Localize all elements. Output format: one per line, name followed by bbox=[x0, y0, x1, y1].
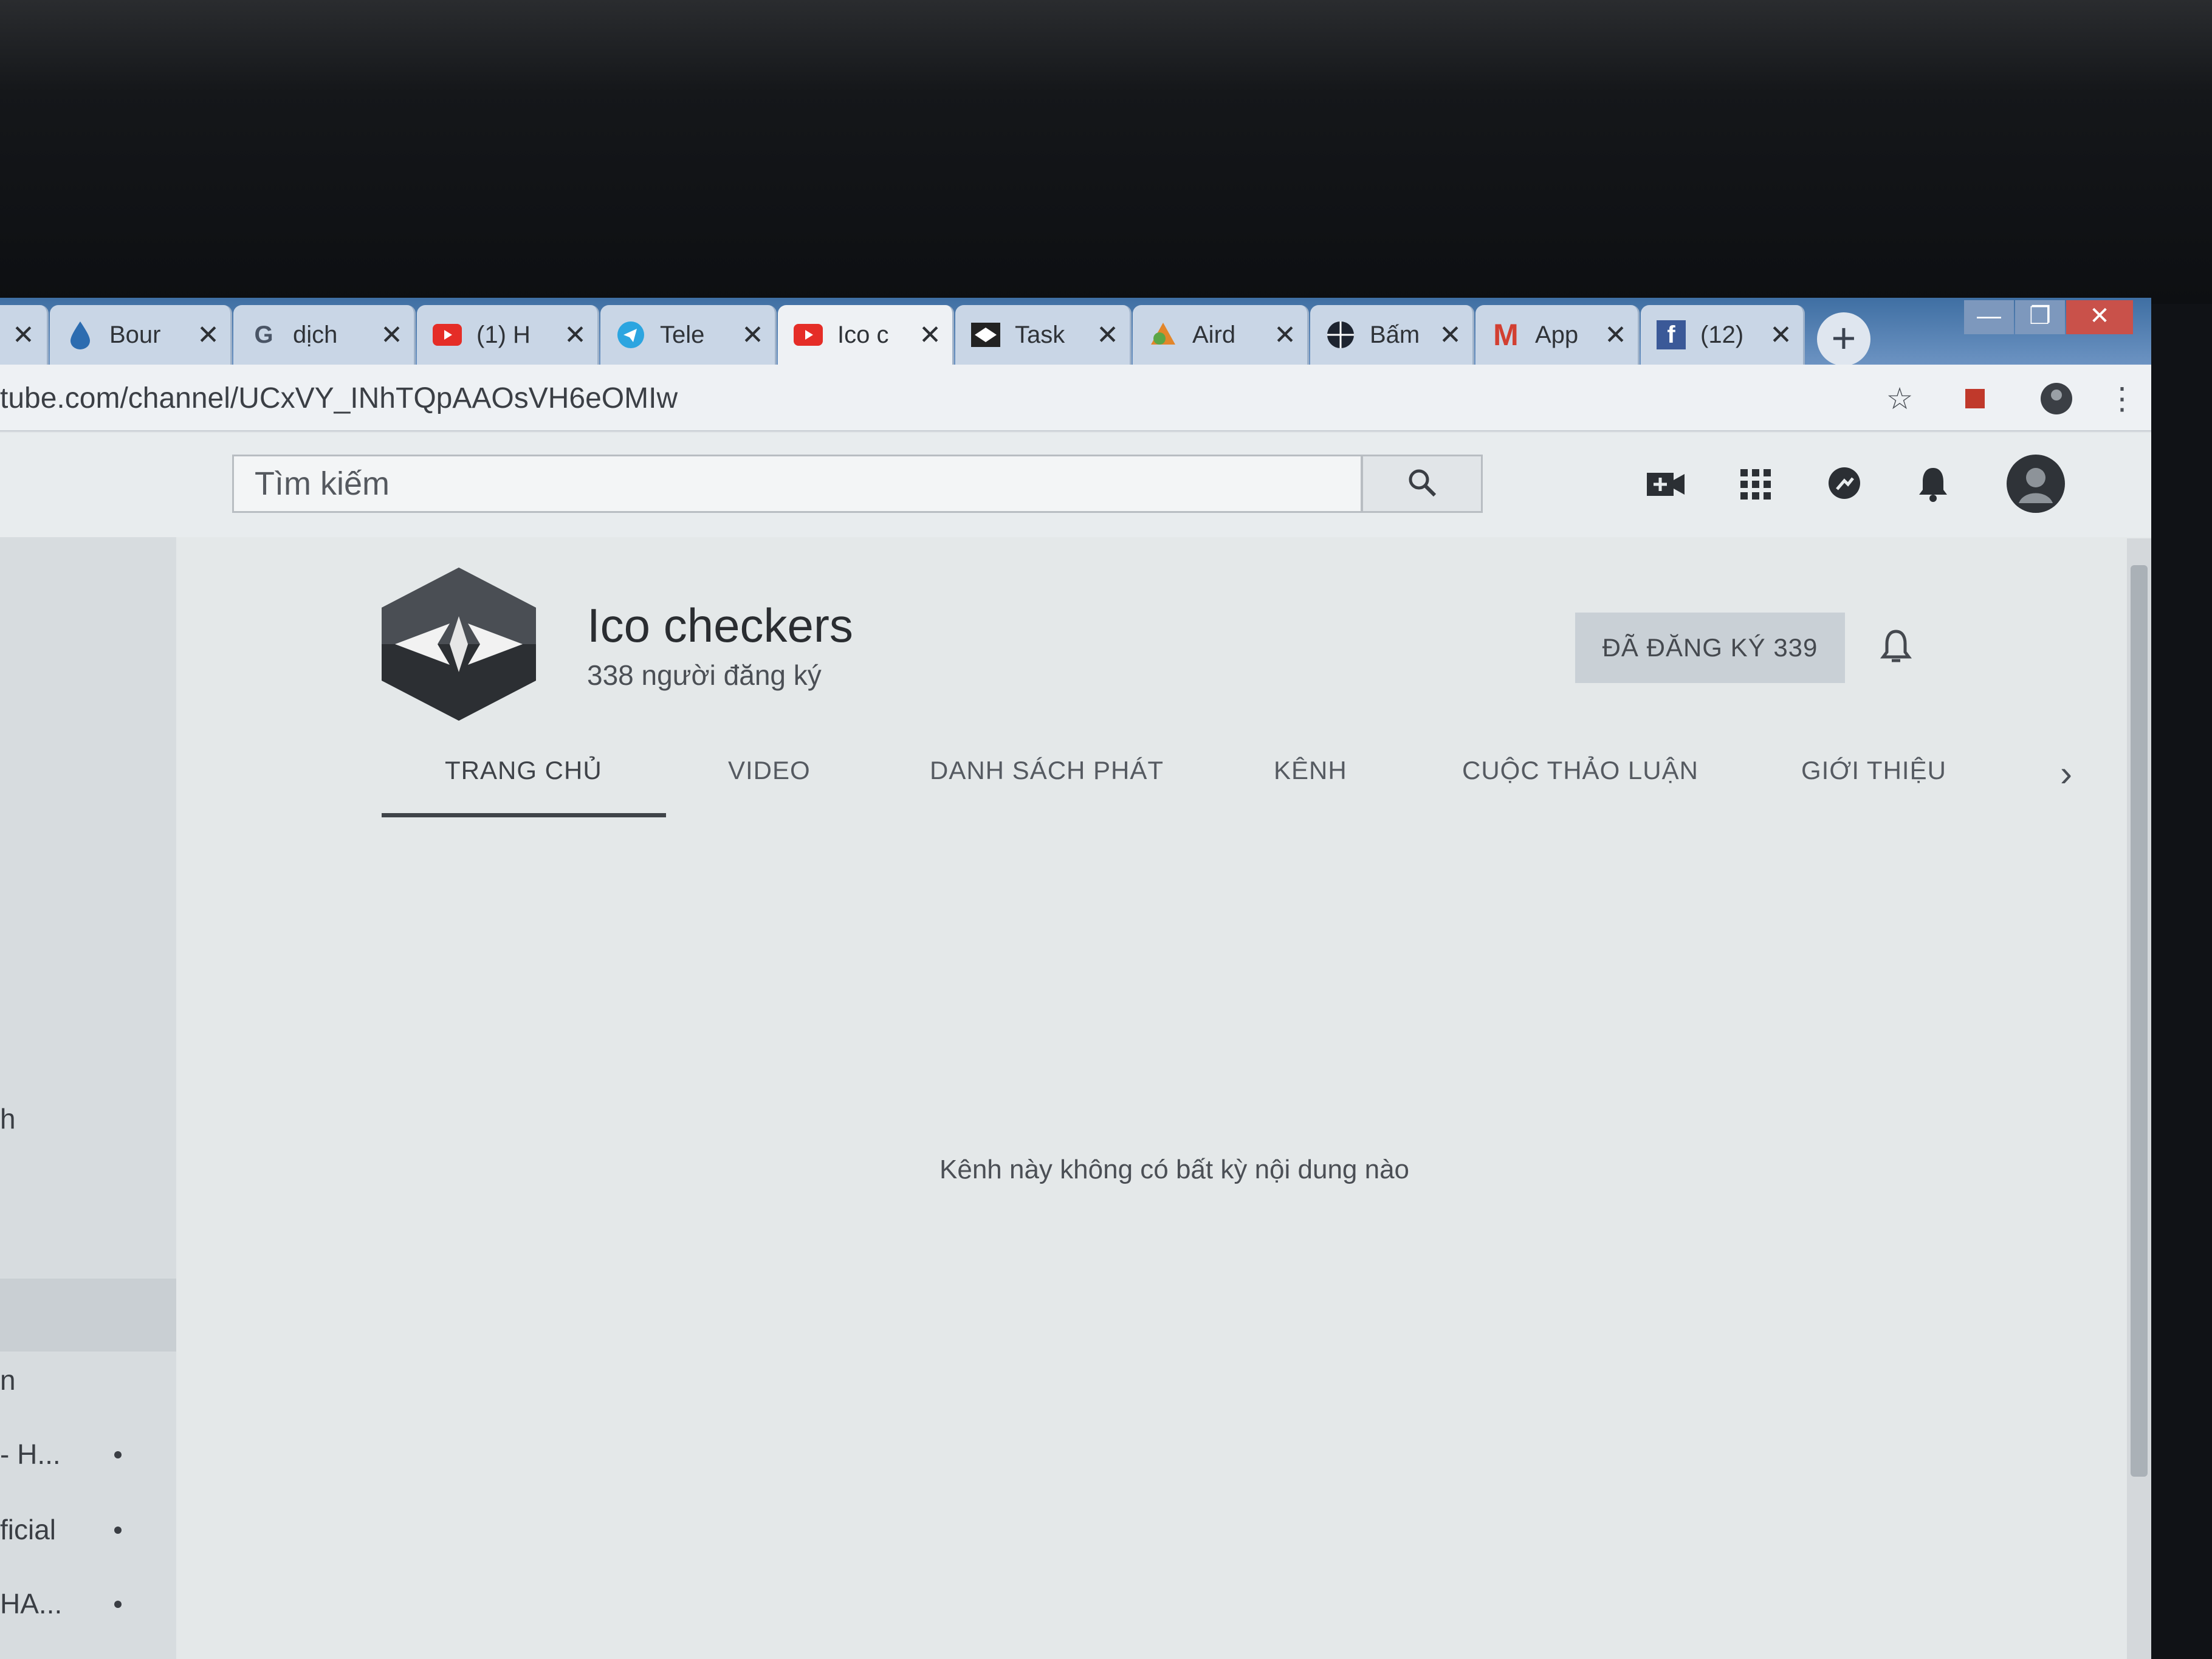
close-icon[interactable]: ✕ bbox=[1770, 320, 1792, 351]
search-icon bbox=[1406, 466, 1438, 502]
live-dot-icon bbox=[114, 1601, 122, 1608]
task-icon bbox=[971, 320, 1000, 349]
tab-gmail[interactable]: M App ✕ bbox=[1475, 305, 1640, 365]
sidebar-item-selected[interactable] bbox=[0, 1279, 176, 1352]
messages-icon[interactable] bbox=[1817, 457, 1872, 512]
url-field[interactable]: tube.com/channel/UCxVY_INhTQpAAOsVH6eOMI… bbox=[0, 382, 678, 415]
sidebar-item[interactable]: ficial bbox=[0, 1513, 56, 1546]
tab-video[interactable]: VIDEO bbox=[728, 756, 811, 785]
new-tab-button[interactable]: + bbox=[1817, 312, 1870, 366]
tab-title: dịch bbox=[293, 321, 338, 348]
close-icon[interactable]: ✕ bbox=[1274, 320, 1296, 351]
tab-bam[interactable]: Bấm ✕ bbox=[1310, 305, 1474, 365]
chevron-right-icon[interactable]: › bbox=[2060, 752, 2072, 794]
close-icon[interactable]: ✕ bbox=[564, 320, 586, 351]
close-icon[interactable]: ✕ bbox=[1604, 320, 1627, 351]
tab-title: Bấm bbox=[1370, 321, 1420, 348]
tab-title: App bbox=[1535, 321, 1579, 348]
tab-partial[interactable]: ✕ bbox=[0, 305, 49, 365]
channel-tabs: TRANG CHỦ VIDEO DANH SÁCH PHÁT KÊNH CUỘC… bbox=[176, 738, 2151, 817]
gmail-icon: M bbox=[1493, 318, 1519, 352]
drop-icon bbox=[66, 320, 95, 349]
tab-bour[interactable]: Bour ✕ bbox=[50, 305, 232, 365]
tab-youtube-home[interactable]: (1) H ✕ bbox=[417, 305, 599, 365]
close-icon[interactable]: ✕ bbox=[741, 320, 764, 351]
empty-channel-message: Kênh này không có bất kỳ nội dung nào bbox=[939, 1155, 1410, 1184]
tab-strip: ✕ Bour ✕ G dịch ✕ (1) H ✕ Tele ✕ Ico c ✕ bbox=[0, 298, 2151, 366]
bookmark-star-icon[interactable]: ☆ bbox=[1881, 380, 1918, 417]
tab-title: (12) bbox=[1700, 321, 1744, 348]
subscriber-count: 338 người đăng ký bbox=[587, 659, 822, 691]
close-icon[interactable]: ✕ bbox=[197, 320, 219, 351]
live-dot-icon bbox=[114, 1527, 122, 1534]
subscribed-button[interactable]: ĐÃ ĐĂNG KÝ 339 bbox=[1575, 613, 1845, 683]
tab-trang-chu[interactable]: TRANG CHỦ bbox=[445, 756, 602, 785]
close-icon[interactable]: ✕ bbox=[12, 320, 35, 351]
tab-gioi-thieu[interactable]: GIỚI THIỆU bbox=[1801, 756, 1946, 785]
youtube-icon bbox=[794, 320, 823, 349]
google-icon: G bbox=[254, 321, 273, 348]
browser-window: ✕ Bour ✕ G dịch ✕ (1) H ✕ Tele ✕ Ico c ✕ bbox=[0, 298, 2151, 1659]
close-icon[interactable]: ✕ bbox=[919, 320, 941, 351]
active-tab-indicator bbox=[382, 813, 666, 817]
channel-name: Ico checkers bbox=[587, 599, 853, 652]
sidebar: h n - H... ficial HA... bbox=[0, 537, 176, 1659]
tab-title: (1) H bbox=[476, 321, 531, 348]
facebook-icon: f bbox=[1657, 320, 1686, 349]
notifications-bell-icon[interactable] bbox=[1906, 457, 1960, 512]
scrollbar-thumb[interactable] bbox=[2131, 565, 2148, 1477]
sidebar-item[interactable]: h bbox=[0, 1102, 16, 1135]
airdrop-icon bbox=[1149, 320, 1178, 349]
search-input[interactable] bbox=[234, 456, 1364, 511]
close-icon[interactable]: ✕ bbox=[380, 320, 403, 351]
apps-grid-icon[interactable] bbox=[1728, 457, 1783, 512]
tab-facebook[interactable]: f (12) ✕ bbox=[1641, 305, 1805, 365]
channel-avatar[interactable] bbox=[377, 565, 541, 723]
notification-bell-icon[interactable] bbox=[1872, 622, 1920, 671]
close-icon[interactable]: ✕ bbox=[1439, 320, 1461, 351]
monitor-bezel bbox=[0, 0, 2212, 304]
tab-task[interactable]: Task ✕ bbox=[955, 305, 1132, 365]
tab-telegram[interactable]: Tele ✕ bbox=[600, 305, 777, 365]
tab-title: Aird bbox=[1192, 321, 1236, 348]
tab-kenh[interactable]: KÊNH bbox=[1274, 756, 1347, 785]
tab-dich[interactable]: G dịch ✕ bbox=[233, 305, 416, 365]
tab-title: Task bbox=[1015, 321, 1065, 348]
maximize-button[interactable]: ❐ bbox=[2015, 300, 2065, 334]
tab-ico-checkers[interactable]: Ico c ✕ bbox=[778, 305, 954, 365]
telegram-icon bbox=[616, 320, 645, 349]
create-video-icon[interactable] bbox=[1638, 457, 1693, 512]
sidebar-item[interactable]: n bbox=[0, 1364, 16, 1396]
tab-cuoc-thao-luan[interactable]: CUỘC THẢO LUẬN bbox=[1462, 756, 1698, 785]
sidebar-item[interactable]: HA... bbox=[0, 1587, 62, 1620]
window-close-button[interactable]: ✕ bbox=[2066, 300, 2133, 334]
youtube-header bbox=[0, 433, 2151, 537]
search-button[interactable] bbox=[1361, 455, 1483, 513]
channel-page: Ico checkers 338 người đăng ký ĐÃ ĐĂNG K… bbox=[176, 537, 2151, 1659]
tab-title: Bour bbox=[109, 321, 161, 348]
minimize-button[interactable]: — bbox=[1964, 300, 2014, 334]
extension-icon[interactable] bbox=[1957, 380, 1993, 417]
search-box bbox=[232, 455, 1364, 513]
tab-title: Tele bbox=[660, 321, 705, 348]
globe-icon bbox=[1326, 320, 1355, 349]
sidebar-item[interactable]: - H... bbox=[0, 1438, 61, 1471]
browser-menu-icon[interactable]: ⋮ bbox=[2104, 380, 2140, 417]
tab-danh-sach-phat[interactable]: DANH SÁCH PHÁT bbox=[930, 756, 1164, 785]
live-dot-icon bbox=[114, 1451, 122, 1458]
tab-title: Ico c bbox=[837, 321, 889, 348]
close-icon[interactable]: ✕ bbox=[1096, 320, 1119, 351]
account-avatar[interactable] bbox=[2005, 453, 2066, 514]
profile-icon[interactable] bbox=[2038, 380, 2075, 417]
tab-airdrop[interactable]: Aird ✕ bbox=[1133, 305, 1309, 365]
address-bar: tube.com/channel/UCxVY_INhTQpAAOsVH6eOMI… bbox=[0, 365, 2151, 431]
youtube-icon bbox=[433, 320, 462, 349]
